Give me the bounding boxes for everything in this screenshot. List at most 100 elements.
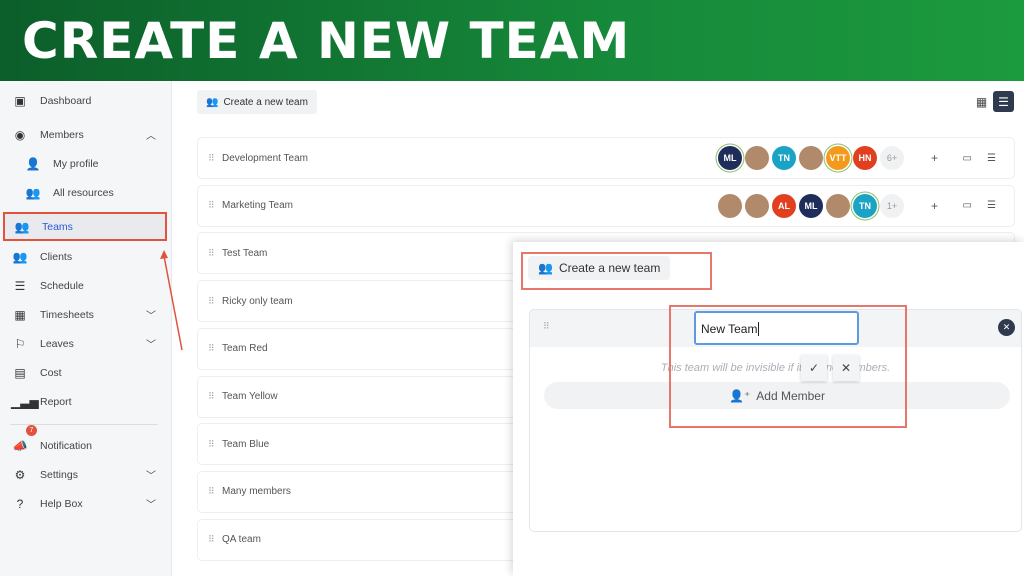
avatar[interactable]: [718, 193, 742, 218]
banner-title: CREATE A NEW TEAM: [22, 12, 631, 70]
label: Notification: [40, 439, 92, 452]
chevron-down-icon: ﹀: [146, 311, 156, 322]
label: Create a new team: [223, 96, 308, 108]
chevron-down-icon: ﹀: [146, 471, 156, 482]
avatar[interactable]: TN: [772, 146, 796, 170]
flag-icon: ⚐: [14, 336, 26, 351]
drag-handle-icon[interactable]: ⠿: [208, 391, 222, 402]
close-icon[interactable]: ✕: [998, 319, 1015, 336]
schedule-icon[interactable]: ☰: [987, 153, 996, 164]
team-icon: 👥: [14, 219, 30, 234]
sidebar-item-notification[interactable]: 📣 7 Notification: [0, 425, 172, 460]
sidebar-item-report[interactable]: ▁▃▅ Report: [0, 387, 172, 416]
sidebar-item-help-box[interactable]: ? Help Box ﹀: [0, 489, 172, 518]
drag-handle-icon[interactable]: ⠿: [208, 534, 222, 545]
layout-icon[interactable]: ▭: [963, 200, 972, 211]
sidebar-item-timesheets[interactable]: ▦ Timesheets ﹀: [0, 300, 172, 329]
label: All resources: [53, 186, 114, 199]
layout-icon[interactable]: ▭: [963, 153, 972, 164]
label: Report: [40, 395, 72, 408]
avatar[interactable]: ML: [718, 146, 742, 170]
label: Teams: [42, 220, 73, 233]
team-row[interactable]: ⠿ Marketing Team AL ML TN 1+ + ▭ ☰: [197, 184, 1015, 227]
sidebar-item-schedule[interactable]: ☰ Schedule: [0, 271, 172, 300]
avatar[interactable]: [745, 146, 769, 170]
annotation-arrow: [160, 250, 183, 351]
chevron-up-icon: ︿: [146, 131, 156, 142]
sidebar-item-settings[interactable]: ⚙ Settings ﹀: [0, 460, 172, 489]
team-name: Development Team: [222, 152, 308, 164]
team-name: Ricky only team: [222, 295, 293, 307]
banner: CREATE A NEW TEAM: [0, 0, 1024, 81]
bullhorn-icon: 📣: [12, 438, 28, 453]
drag-handle-icon[interactable]: ⠿: [208, 153, 222, 164]
chevron-down-icon: ﹀: [146, 500, 156, 511]
sidebar-item-teams[interactable]: 👥 Teams: [3, 212, 167, 241]
schedule-icon[interactable]: ☰: [987, 200, 996, 211]
label: Timesheets: [40, 308, 94, 321]
highlight-box: [669, 305, 907, 428]
sidebar-item-dashboard[interactable]: ▣ Dashboard: [0, 86, 172, 115]
team-name: QA team: [222, 534, 261, 546]
avatar[interactable]: [745, 193, 769, 218]
drag-handle-icon[interactable]: ⠿: [208, 343, 222, 354]
dashboard-icon: ▣: [14, 93, 26, 108]
team-row[interactable]: ⠿ Development Team ML TN VTT HN 6+ + ▭ ☰: [197, 137, 1015, 179]
label: Cost: [40, 366, 62, 379]
more-members-count[interactable]: 1+: [880, 193, 904, 218]
sidebar-item-my-profile[interactable]: 👤 My profile: [0, 149, 172, 178]
avatar[interactable]: AL: [772, 193, 796, 218]
team-name: Team Red: [222, 343, 268, 355]
add-member-icon[interactable]: +: [931, 151, 938, 165]
label: Settings: [40, 468, 78, 481]
user-circle-icon: ◉: [14, 127, 26, 142]
grid-view-button[interactable]: ▦: [971, 91, 992, 112]
schedule-icon: ☰: [14, 278, 26, 293]
sidebar-item-members[interactable]: ◉ Members ︿: [0, 120, 172, 149]
add-member-icon[interactable]: +: [931, 199, 938, 213]
drag-handle-icon[interactable]: ⠿: [208, 248, 222, 259]
highlight-box: [521, 252, 712, 290]
table-icon: ▦: [14, 307, 26, 322]
team-name: Test Team: [222, 247, 268, 259]
calculator-icon: ▤: [14, 365, 26, 380]
gear-icon: ⚙: [14, 467, 26, 482]
users-icon: 👥: [25, 185, 41, 200]
label: Help Box: [40, 497, 83, 510]
team-icon: 👥: [206, 96, 219, 108]
team-name: Marketing Team: [222, 200, 293, 212]
team-name: Team Blue: [222, 438, 270, 450]
drag-handle-icon[interactable]: ⠿: [208, 296, 222, 307]
label: Members: [40, 128, 84, 141]
label: Dashboard: [40, 94, 92, 107]
label: Leaves: [40, 337, 74, 350]
drag-handle-icon[interactable]: ⠿: [208, 200, 222, 211]
label: My profile: [53, 157, 99, 170]
label: Schedule: [40, 279, 84, 292]
drag-handle-icon[interactable]: ⠿: [208, 486, 222, 497]
sidebar-item-all-resources[interactable]: 👥 All resources: [0, 178, 172, 207]
sidebar-item-clients[interactable]: 👥 Clients: [0, 242, 172, 271]
drag-handle-icon[interactable]: ⠿: [208, 439, 222, 450]
avatar[interactable]: TN: [853, 193, 877, 218]
create-team-panel: 👥 Create a new team ⠿ New Team ✕ This tea…: [513, 242, 1024, 576]
sidebar-item-cost[interactable]: ▤ Cost: [0, 358, 172, 387]
clients-icon: 👥: [12, 249, 28, 264]
sidebar-item-leaves[interactable]: ⚐ Leaves ﹀: [0, 329, 172, 358]
chevron-down-icon: ﹀: [146, 340, 156, 351]
drag-handle-icon[interactable]: ⠿: [543, 321, 550, 332]
avatar[interactable]: [826, 193, 850, 218]
create-team-button[interactable]: 👥 Create a new team: [197, 90, 317, 114]
user-icon: 👤: [25, 156, 41, 171]
member-avatars: ML TN VTT HN 6+: [718, 146, 904, 170]
member-avatars: AL ML TN 1+: [718, 193, 904, 218]
avatar[interactable]: [799, 146, 823, 170]
avatar[interactable]: HN: [853, 146, 877, 170]
question-icon: ?: [16, 496, 24, 511]
sidebar: ▣ Dashboard ◉ Members ︿ 👤 My profile 👥 All re…: [0, 81, 172, 576]
list-view-button[interactable]: ☰: [993, 91, 1014, 112]
avatar[interactable]: VTT: [826, 146, 850, 170]
avatar[interactable]: ML: [799, 193, 823, 218]
label: Clients: [40, 250, 73, 263]
more-members-count[interactable]: 6+: [880, 146, 904, 170]
